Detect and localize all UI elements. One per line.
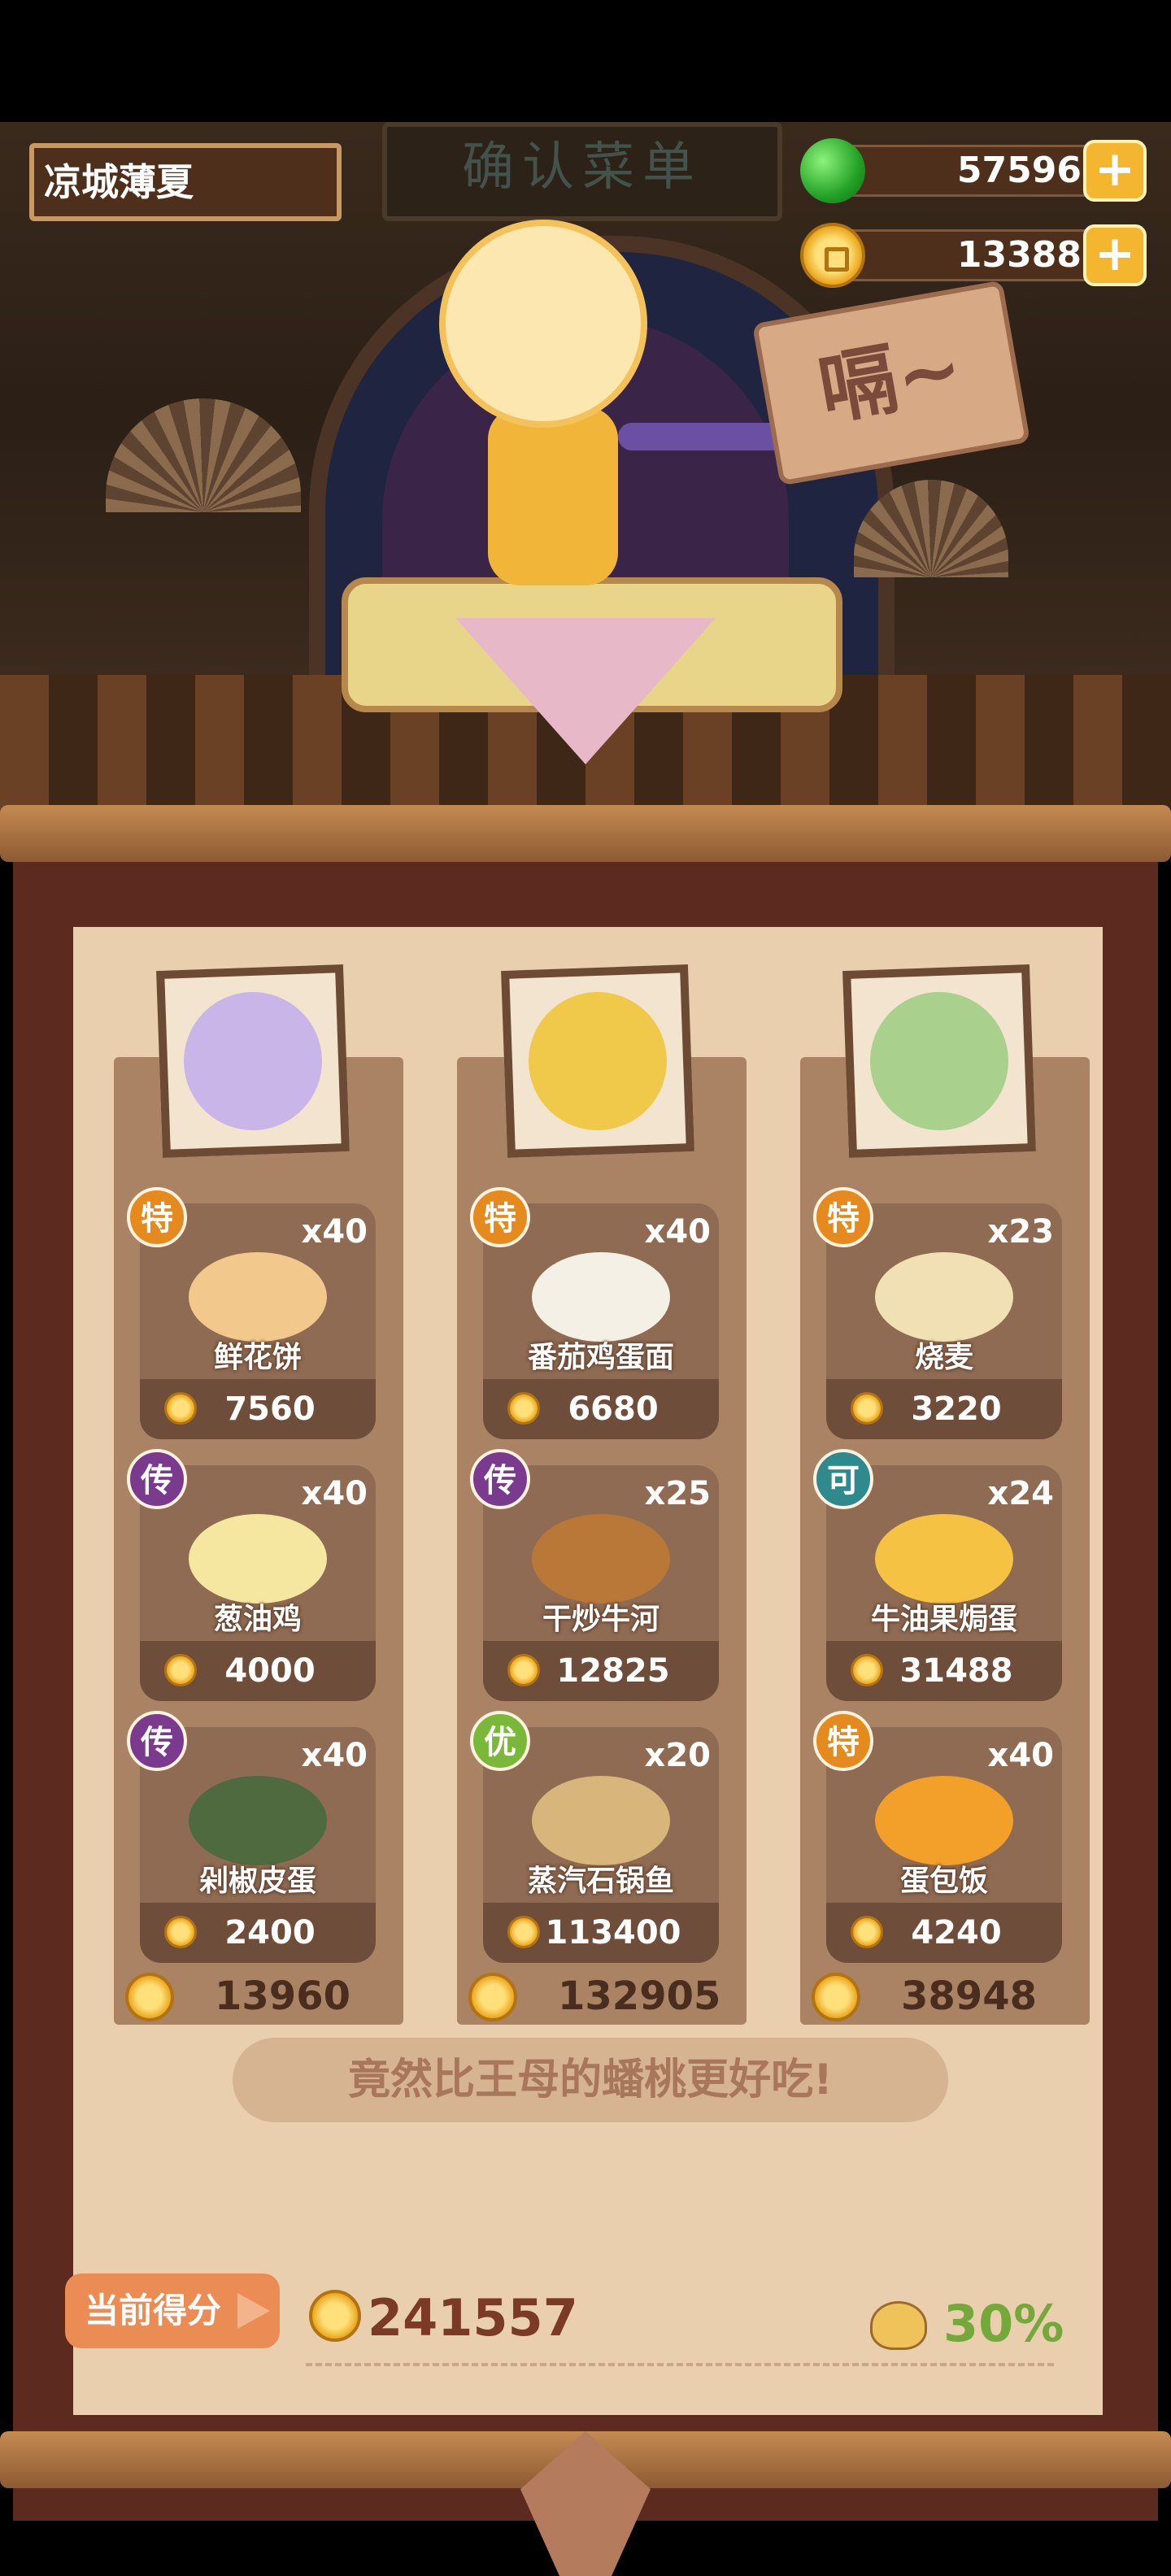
flower-cake-image [189,1252,327,1342]
chili-century-egg-image [189,1776,327,1865]
purple-haired-girl-portrait [181,990,324,1133]
jade-icon [800,138,865,203]
column-total-value: 38948 [901,1973,1037,2019]
scallion-chicken-image [189,1514,327,1603]
add-jade-button[interactable]: + [1083,140,1147,202]
rarity-badge: 特 [127,1187,187,1247]
lion-dancer-portrait [526,990,669,1133]
tomato-egg-noodle-image [532,1252,670,1342]
dish-name: 蛋包饭 [899,1865,988,1898]
rarity-badge: 特 [813,1711,873,1771]
monkey-king-character [439,220,647,428]
dish-count: x40 [301,1475,368,1512]
dish-name: 鲜花饼 [213,1341,302,1374]
dish-count: x40 [301,1737,368,1774]
dish-count: x23 [987,1213,1054,1251]
dish-name: 番茄鸡蛋面 [527,1341,674,1374]
arrow-right-icon [237,2293,270,2329]
menu-sign: 确认菜单 [382,122,782,221]
dish-price: 12825 [556,1652,670,1690]
rarity-badge: 特 [813,1187,873,1247]
dish-price: 3220 [911,1390,1002,1428]
coin-icon [125,1973,174,2021]
dish-name: 牛油果焗蛋 [870,1603,1017,1636]
coin-icon [800,223,865,288]
dish-price: 4240 [911,1914,1002,1952]
column-total-value: 132905 [558,1973,721,2019]
dish-count: x40 [644,1213,711,1251]
dish-price: 2400 [224,1914,316,1952]
dish-price: 6680 [568,1390,659,1428]
column-total-1: 13960 [125,1968,369,2025]
scroll-top-rod [0,805,1171,862]
dish-price: 31488 [899,1652,1013,1690]
current-score-button[interactable]: 当前得分 [65,2274,280,2348]
guest-comment: 竟然比王母的蟠桃更好吃! [233,2038,948,2122]
rarity-badge: 特 [470,1187,530,1247]
bonus-pot-icon [870,2301,927,2350]
guest-portrait-1[interactable] [156,964,350,1158]
bonus-percent: 30% [943,2294,1064,2353]
coin-icon [309,2290,361,2342]
shumai-image [875,1252,1013,1342]
rarity-badge: 可 [813,1449,873,1509]
dish-count: x40 [987,1737,1054,1774]
omelette-rice-image [875,1776,1013,1865]
guest-portrait-3[interactable] [842,964,1036,1158]
coin-currency: 13388 + [800,223,1147,288]
dish-count: x24 [987,1475,1054,1512]
dish-price: 7560 [224,1390,316,1428]
dish-count: x25 [644,1475,711,1512]
dish-price: 4000 [224,1652,316,1690]
monkey-king-body [488,407,618,585]
menu-sign-text: 确认菜单 [462,137,703,198]
dish-count: x20 [644,1737,711,1774]
player-name-plate[interactable]: 凉城薄夏 [29,143,342,221]
jade-value: 57596 [956,150,1082,191]
beef-chow-fun-image [532,1514,670,1603]
coin-value: 13388 [956,234,1082,276]
player-name: 凉城薄夏 [44,160,194,204]
dish-name: 干炒牛河 [542,1603,660,1636]
steam-pot-fish-image [532,1776,670,1865]
dish-name: 蒸汽石锅鱼 [527,1865,674,1898]
add-coin-button[interactable]: + [1083,224,1147,286]
score-value: 241557 [368,2288,578,2348]
column-total-3: 38948 [812,1968,1072,2025]
dish-count: x40 [301,1213,368,1251]
coin-icon [812,1973,860,2021]
dish-name: 葱油鸡 [213,1603,302,1636]
rarity-badge: 传 [127,1449,187,1509]
rarity-badge: 传 [470,1449,530,1509]
top-black-bar [0,0,1171,122]
green-hooded-girl-portrait [868,990,1011,1133]
dish-price: 113400 [545,1914,681,1952]
current-score-label: 当前得分 [85,2291,222,2330]
dish-name: 烧麦 [914,1341,973,1374]
jade-currency: 57596 + [800,138,1147,203]
dish-name: 剁椒皮蛋 [198,1865,316,1898]
rarity-badge: 传 [127,1711,187,1771]
score-divider [306,2363,1054,2366]
rarity-badge: 优 [470,1711,530,1771]
coin-icon [468,1973,517,2021]
guest-portrait-2[interactable] [501,964,694,1158]
column-total-2: 132905 [468,1968,729,2025]
column-total-value: 13960 [215,1973,350,2019]
folding-fan-left [106,398,301,512]
baked-avocado-egg-image [875,1514,1013,1603]
